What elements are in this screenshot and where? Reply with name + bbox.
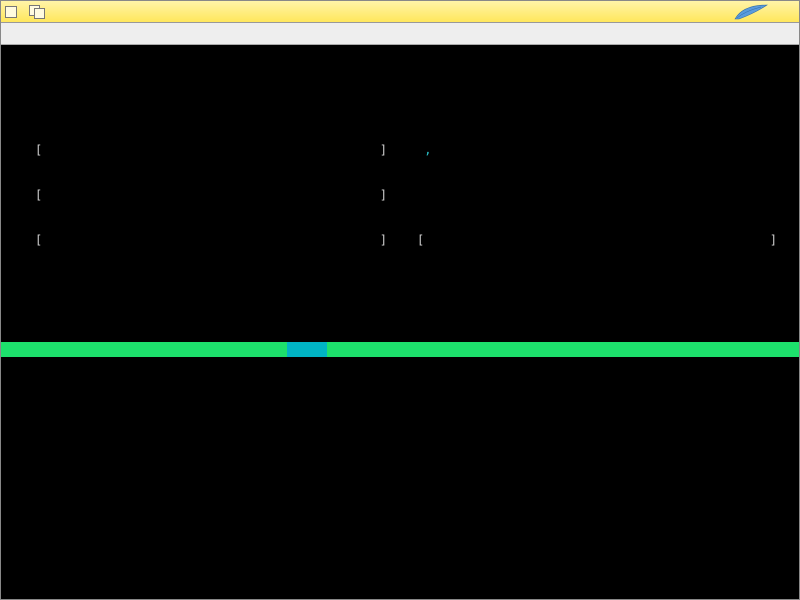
window-stack-icon[interactable]: [29, 5, 45, 19]
hdr-ni: [151, 342, 179, 357]
hdr-cmd: [553, 342, 793, 357]
process-table-header[interactable]: [1, 342, 799, 357]
menubar: [1, 23, 799, 45]
tasks-stat: ,: [417, 143, 793, 158]
bat-stat: []: [417, 233, 777, 248]
hdr-res: [227, 342, 273, 357]
hdr-name: [433, 342, 553, 357]
terminal-content[interactable]: [] [] [] , []: [1, 45, 799, 599]
menu-terminal[interactable]: [1, 31, 21, 37]
hdr-time: [367, 342, 433, 357]
function-key-bar: [1, 447, 799, 462]
hdr-user: [49, 342, 119, 357]
cpu-meter: []: [7, 143, 387, 158]
hdr-pri: [119, 342, 151, 357]
mem-meter: []: [7, 188, 387, 203]
close-icon[interactable]: [5, 6, 17, 18]
terminal-window: [] [] [] , []: [0, 0, 800, 600]
hdr-s: [273, 342, 287, 357]
hdr-pid: [7, 342, 49, 357]
uptime-stat: [417, 188, 793, 203]
menu-settings[interactable]: [41, 31, 61, 37]
swp-meter: []: [7, 233, 387, 248]
feather-icon: [733, 3, 769, 21]
hdr-cpu: [287, 342, 327, 357]
window-titlebar[interactable]: [1, 1, 799, 23]
menu-edit[interactable]: [21, 31, 41, 37]
hdr-mem: [327, 342, 367, 357]
hdr-virt: [179, 342, 227, 357]
